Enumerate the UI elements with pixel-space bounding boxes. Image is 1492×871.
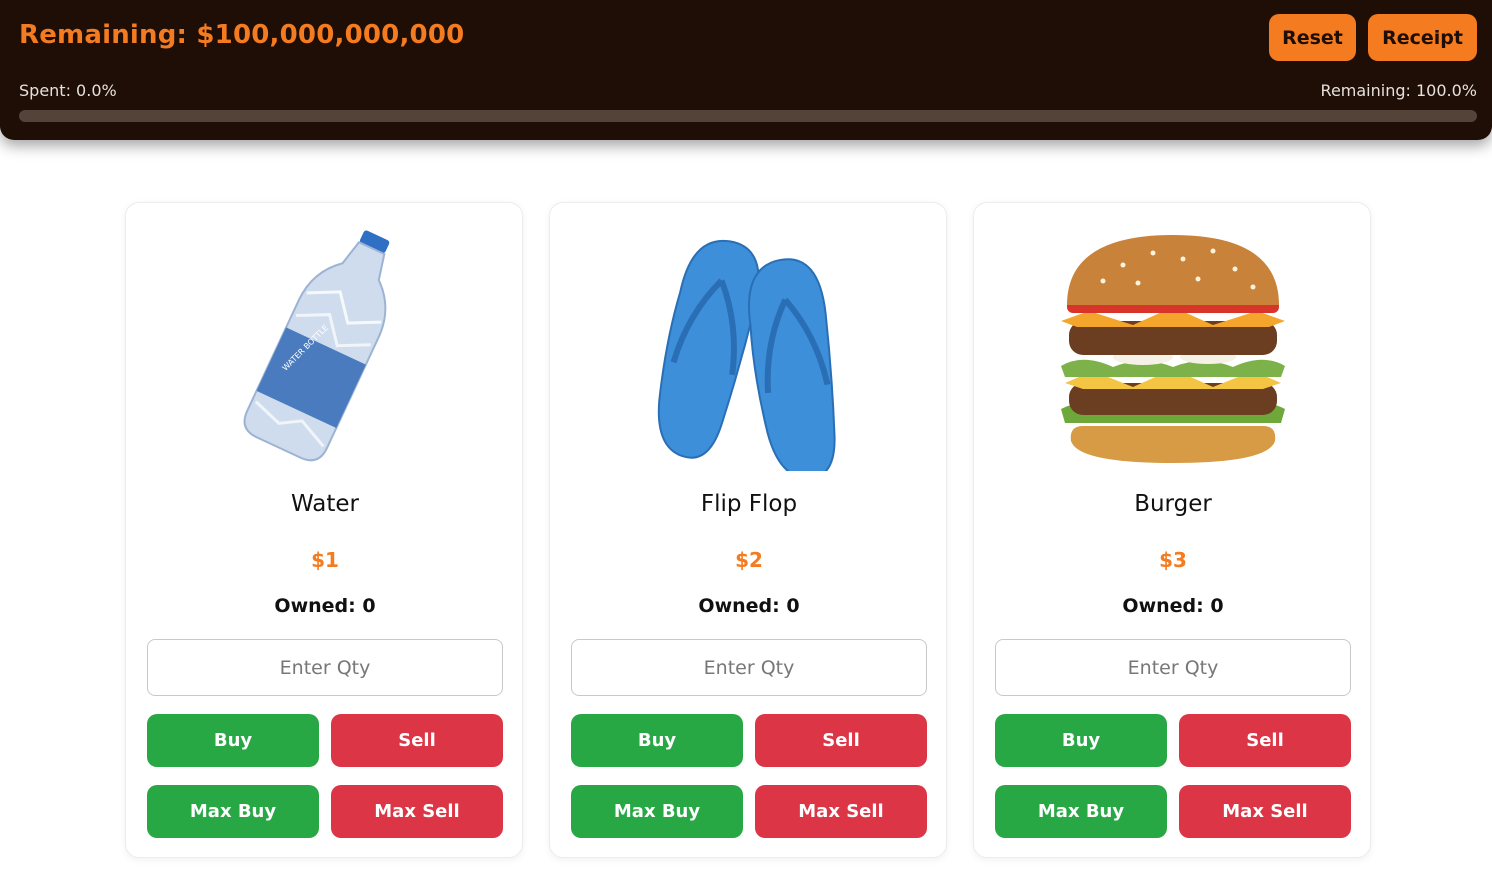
product-name: Burger — [1134, 491, 1212, 517]
buy-button[interactable]: Buy — [147, 714, 319, 767]
product-price: $2 — [735, 548, 763, 572]
product-name: Water — [291, 491, 359, 517]
remaining-balance: Remaining: $100,000,000,000 — [19, 20, 465, 50]
receipt-button[interactable]: Receipt — [1368, 14, 1477, 61]
quantity-input[interactable] — [571, 639, 927, 696]
product-owned-count: Owned: 0 — [1122, 595, 1224, 617]
spending-progress-bar — [19, 110, 1477, 122]
max-sell-button[interactable]: Max Sell — [1179, 785, 1351, 838]
quantity-input[interactable] — [995, 639, 1351, 696]
product-price: $1 — [311, 548, 339, 572]
max-sell-button[interactable]: Max Sell — [755, 785, 927, 838]
max-sell-button[interactable]: Max Sell — [331, 785, 503, 838]
product-price: $3 — [1159, 548, 1187, 572]
flip-flop-icon — [657, 239, 836, 471]
remaining-percentage: Remaining: 100.0% — [1320, 81, 1477, 100]
buy-button[interactable]: Buy — [995, 714, 1167, 767]
sell-button[interactable]: Sell — [331, 714, 503, 767]
max-buy-button[interactable]: Max Buy — [147, 785, 319, 838]
product-owned-count: Owned: 0 — [274, 595, 376, 617]
product-owned-count: Owned: 0 — [698, 595, 800, 617]
water-bottle-icon: WATER BOTTLE — [243, 230, 390, 462]
max-buy-button[interactable]: Max Buy — [995, 785, 1167, 838]
top-bar: Remaining: $100,000,000,000 Reset Receip… — [0, 0, 1492, 140]
spent-percentage: Spent: 0.0% — [19, 81, 117, 100]
product-card-burger: Burger $3 Owned: 0 Buy Sell Max Buy Max … — [973, 202, 1371, 858]
max-buy-button[interactable]: Max Buy — [571, 785, 743, 838]
product-card-water: WATER BOTTLE Water $1 Owned: 0 Buy Sell … — [125, 202, 523, 858]
product-name: Flip Flop — [700, 491, 798, 517]
sell-button[interactable]: Sell — [755, 714, 927, 767]
buy-button[interactable]: Buy — [571, 714, 743, 767]
reset-button[interactable]: Reset — [1269, 14, 1356, 61]
burger-icon — [1061, 235, 1285, 463]
sell-button[interactable]: Sell — [1179, 714, 1351, 767]
quantity-input[interactable] — [147, 639, 503, 696]
product-card-flip-flop: Flip Flop $2 Owned: 0 Buy Sell Max Buy M… — [549, 202, 947, 858]
